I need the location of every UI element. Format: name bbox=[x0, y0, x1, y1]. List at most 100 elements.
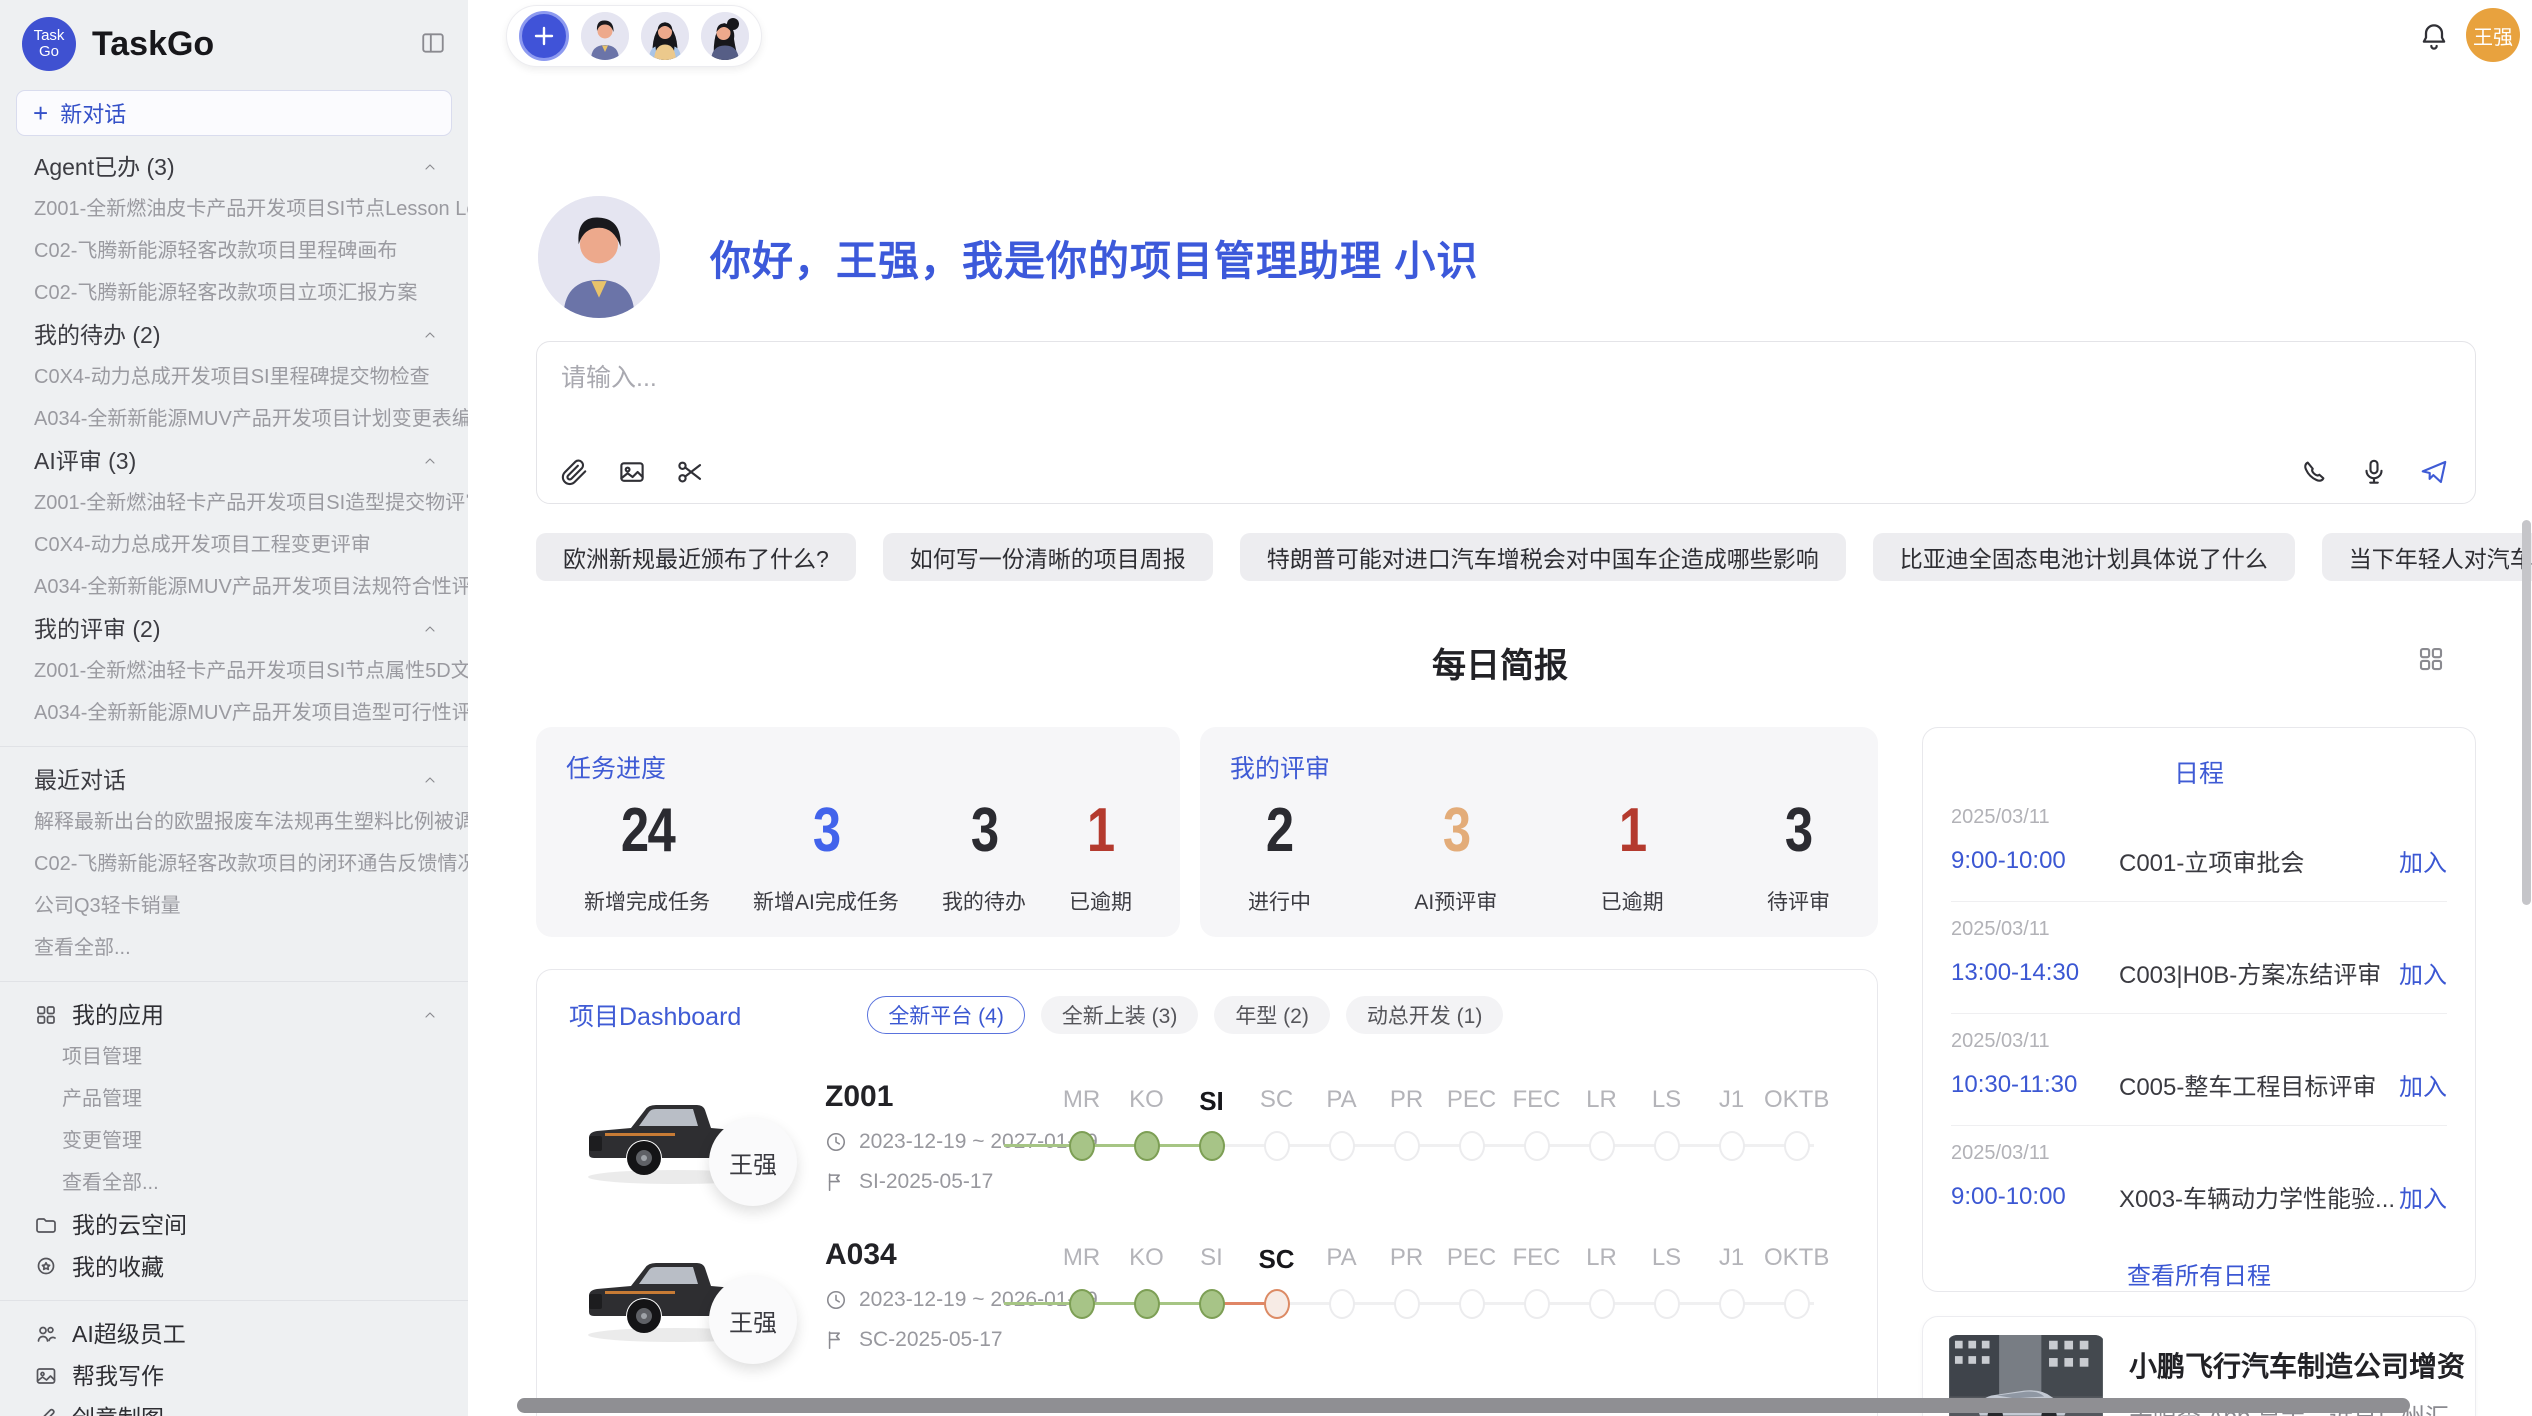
new-chat-button[interactable]: + 新对话 bbox=[16, 90, 452, 136]
section-ai-review[interactable]: AI评审 (3) bbox=[0, 440, 468, 482]
recent-chat-item[interactable]: 公司Q3轻卡销量 bbox=[0, 885, 468, 927]
task-item[interactable]: A034-全新新能源MUV产品开发项目法规符合性评审 bbox=[0, 566, 468, 608]
chevron-up-icon bbox=[422, 159, 438, 175]
scissors-icon[interactable] bbox=[675, 457, 705, 487]
milestone-dot-done bbox=[1134, 1131, 1160, 1161]
milestone-dot-done bbox=[1069, 1131, 1095, 1161]
section-my-todo[interactable]: 我的待办 (2) bbox=[0, 314, 468, 356]
task-item[interactable]: Z001-全新燃油轻卡产品开发项目SI节点属性5D文件评审 bbox=[0, 650, 468, 692]
apps-grid-icon bbox=[34, 1003, 58, 1027]
flag-icon bbox=[825, 1329, 847, 1351]
task-item[interactable]: A034-全新新能源MUV产品开发项目造型可行性评审 bbox=[0, 692, 468, 734]
milestone-dot-overdue bbox=[1264, 1289, 1290, 1319]
app-item-change-mgmt[interactable]: 变更管理 bbox=[0, 1120, 468, 1162]
stat-new-done: 24 新增完成任务 bbox=[584, 795, 710, 916]
task-item[interactable]: A034-全新新能源MUV产品开发项目计划变更表编写 bbox=[0, 398, 468, 440]
send-icon[interactable] bbox=[2419, 457, 2449, 487]
insert-image-icon[interactable] bbox=[617, 457, 647, 487]
horizontal-scrollbar[interactable] bbox=[517, 1398, 2410, 1413]
suggestion-chip[interactable]: 欧洲新规最近颁布了什么? bbox=[536, 533, 856, 581]
task-item[interactable]: Z001-全新燃油皮卡产品开发项目SI节点Lesson Learn报告 bbox=[0, 188, 468, 230]
view-all-schedule-link[interactable]: 查看所有日程 bbox=[1951, 1256, 2447, 1291]
section-my-apps[interactable]: 我的应用 bbox=[0, 994, 468, 1036]
section-my-review[interactable]: 我的评审 (2) bbox=[0, 608, 468, 650]
recent-chat-item[interactable]: C02-飞腾新能源轻客改款项目的闭环通告反馈情况 bbox=[0, 843, 468, 885]
recent-chat-item[interactable]: 解释最新出台的欧盟报废车法规再生塑料比例被调至15%... bbox=[0, 801, 468, 843]
milestone-dot-done bbox=[1199, 1131, 1225, 1161]
filter-new-upfit[interactable]: 全新上装 (3) bbox=[1041, 996, 1199, 1034]
section-recent-chats[interactable]: 最近对话 bbox=[0, 759, 468, 801]
task-item[interactable]: C02-飞腾新能源轻客改款项目立项汇报方案 bbox=[0, 272, 468, 314]
app-logo: Task Go bbox=[22, 17, 76, 71]
filter-model-year[interactable]: 年型 (2) bbox=[1214, 996, 1330, 1034]
schedule-date: 2025/03/11 bbox=[1951, 918, 2447, 941]
task-item[interactable]: C0X4-动力总成开发项目SI里程碑提交物检查 bbox=[0, 356, 468, 398]
chevron-up-icon bbox=[422, 1007, 438, 1023]
app-item-product-mgmt[interactable]: 产品管理 bbox=[0, 1078, 468, 1120]
recent-view-all[interactable]: 查看全部... bbox=[0, 927, 468, 969]
agent-avatar-woman-yellow[interactable] bbox=[641, 12, 689, 60]
project-flag-date: SC-2025-05-17 bbox=[825, 1328, 1098, 1352]
sidebar-item-cloud-space[interactable]: 我的云空间 bbox=[0, 1204, 468, 1246]
composer-right-icons bbox=[2299, 457, 2449, 487]
notification-bell-icon[interactable] bbox=[2418, 20, 2450, 52]
sidebar-item-help-write[interactable]: 帮我写作 bbox=[0, 1355, 468, 1397]
user-avatar[interactable]: 王强 bbox=[2466, 8, 2520, 62]
app-item-project-mgmt[interactable]: 项目管理 bbox=[0, 1036, 468, 1078]
composer-left-icons bbox=[559, 457, 705, 487]
agent-avatar-man[interactable] bbox=[581, 12, 629, 60]
milestone-dot-done bbox=[1134, 1289, 1160, 1319]
suggestion-chip[interactable]: 当下年轻人对汽车外观有怎样的喜好趋势 bbox=[2322, 533, 2532, 581]
stat-overdue: 1 已逾期 bbox=[1069, 795, 1132, 916]
agent-avatar-woman-dark[interactable] bbox=[701, 12, 749, 60]
main-area: 王强 你好，王强，我是你的项目管理助理 小识 欧洲新规最近颁布了什么? 如何写一… bbox=[468, 0, 2532, 1416]
microphone-icon[interactable] bbox=[2359, 457, 2389, 487]
phone-call-icon[interactable] bbox=[2299, 457, 2329, 487]
divider bbox=[0, 981, 468, 982]
filter-powertrain[interactable]: 动总开发 (1) bbox=[1346, 996, 1504, 1034]
suggestion-chip[interactable]: 如何写一份清晰的项目周报 bbox=[883, 533, 1213, 581]
task-item[interactable]: Z001-全新燃油轻卡产品开发项目SI造型提交物评审 bbox=[0, 482, 468, 524]
suggestion-chip[interactable]: 特朗普可能对进口汽车增税会对中国车企造成哪些影响 bbox=[1240, 533, 1846, 581]
filter-new-platform[interactable]: 全新平台 (4) bbox=[867, 996, 1025, 1034]
section-agent-done[interactable]: Agent已办 (3) bbox=[0, 146, 468, 188]
schedule-item: 2025/03/11 10:30-11:30 C005-整车工程目标评审 加入 bbox=[1951, 1014, 2447, 1126]
composer-box bbox=[536, 341, 2476, 504]
task-item[interactable]: C02-飞腾新能源轻客改款项目里程碑画布 bbox=[0, 230, 468, 272]
brief-layout-grid-icon[interactable] bbox=[2416, 644, 2446, 674]
vertical-scrollbar[interactable] bbox=[2522, 520, 2531, 905]
sidebar-item-favorites[interactable]: 我的收藏 bbox=[0, 1246, 468, 1288]
schedule-time: 10:30-11:30 bbox=[1951, 1071, 2119, 1099]
schedule-name: C003|H0B-方案冻结评审 bbox=[2119, 955, 2399, 990]
chevron-up-icon bbox=[422, 453, 438, 469]
join-link[interactable]: 加入 bbox=[2399, 1067, 2447, 1102]
message-input[interactable] bbox=[561, 364, 2261, 393]
add-agent-button[interactable] bbox=[519, 11, 569, 61]
chevron-up-icon bbox=[422, 621, 438, 637]
left-column: 任务进度 24 新增完成任务 3 新增AI完成任务 3 我的待办 bbox=[536, 727, 1878, 1416]
chevron-up-icon bbox=[422, 327, 438, 343]
sidebar-collapse-icon[interactable] bbox=[420, 30, 446, 56]
medal-star-icon bbox=[34, 1255, 58, 1279]
suggestion-chip[interactable]: 比亚迪全固态电池计划具体说了什么 bbox=[1873, 533, 2295, 581]
user-name: 王强 bbox=[2473, 21, 2513, 50]
greeting-block: 你好，王强，我是你的项目管理助理 小识 bbox=[538, 196, 1478, 318]
project-row[interactable]: 王强 A034 2023-12-19 ~ 2026-01-19 SC-2025-… bbox=[537, 1228, 1877, 1386]
project-row[interactable]: 王强 Z001 2023-12-19 ~ 2027-01-19 SI-2025-… bbox=[537, 1070, 1877, 1228]
join-link[interactable]: 加入 bbox=[2399, 843, 2447, 878]
join-link[interactable]: 加入 bbox=[2399, 1179, 2447, 1214]
stat-my-todo: 3 我的待办 bbox=[942, 795, 1026, 916]
task-item[interactable]: C0X4-动力总成开发项目工程变更评审 bbox=[0, 524, 468, 566]
milestone-dot bbox=[1459, 1131, 1485, 1161]
sidebar-item-creative-draw[interactable]: 创意制图 bbox=[0, 1397, 468, 1416]
milestone-dot bbox=[1459, 1289, 1485, 1319]
sidebar-item-ai-super-staff[interactable]: AI超级员工 bbox=[0, 1313, 468, 1355]
schedule-name: C001-立项审批会 bbox=[2119, 843, 2399, 878]
schedule-name: X003-车辆动力学性能验... bbox=[2119, 1179, 2399, 1214]
milestone-dot bbox=[1784, 1131, 1810, 1161]
join-link[interactable]: 加入 bbox=[2399, 955, 2447, 990]
milestone-dot bbox=[1264, 1131, 1290, 1161]
attachment-icon[interactable] bbox=[559, 457, 589, 487]
apps-view-all[interactable]: 查看全部... bbox=[0, 1162, 468, 1204]
milestone-dot bbox=[1524, 1131, 1550, 1161]
